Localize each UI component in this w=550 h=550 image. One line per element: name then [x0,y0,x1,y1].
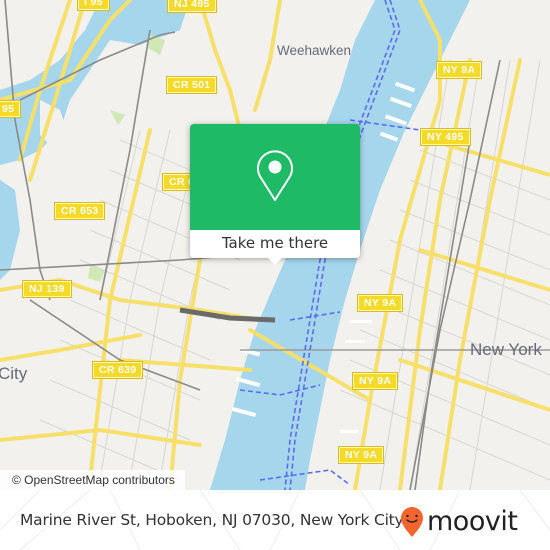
place-label-city: City [0,364,28,383]
road-shield: NJ 495 [167,0,217,13]
footer: Marine River St, Hoboken, NJ 07030, New … [0,490,550,550]
hackensack-water [0,0,190,165]
popup-header [190,124,360,230]
map-attribution[interactable]: © OpenStreetMap contributors [0,470,185,490]
place-label-new-york: New York [470,340,542,359]
road-shield: 95 [0,100,22,118]
take-me-there-button[interactable]: Take me there [190,230,360,258]
road-shield: CR 501 [165,76,218,94]
road-shield: I 95 [77,0,110,11]
road-shield: CR 653 [53,202,106,220]
moovit-wordmark: moovit [427,506,518,537]
popup-tail [268,258,282,265]
place-label-weehawken: Weehawken [277,43,352,58]
address-text: Marine River St, Hoboken, NJ 07030, New … [20,511,404,529]
road-shield: NY 9A [435,61,483,79]
road-shield: NJ 139 [22,280,72,298]
location-popup: Take me there [190,124,360,265]
road-shield: NY 9A [337,446,385,464]
road-shield: NY 9A [351,372,399,390]
road-shield: NY 495 [420,128,471,146]
location-pin-icon [257,150,293,201]
moovit-pin-logo-icon [401,507,423,537]
road-shield: CR 639 [91,361,144,379]
road-shield: NY 9A [356,294,404,312]
map[interactable]: Weehawken New York City I 95 NJ 495 95 C… [0,0,550,490]
